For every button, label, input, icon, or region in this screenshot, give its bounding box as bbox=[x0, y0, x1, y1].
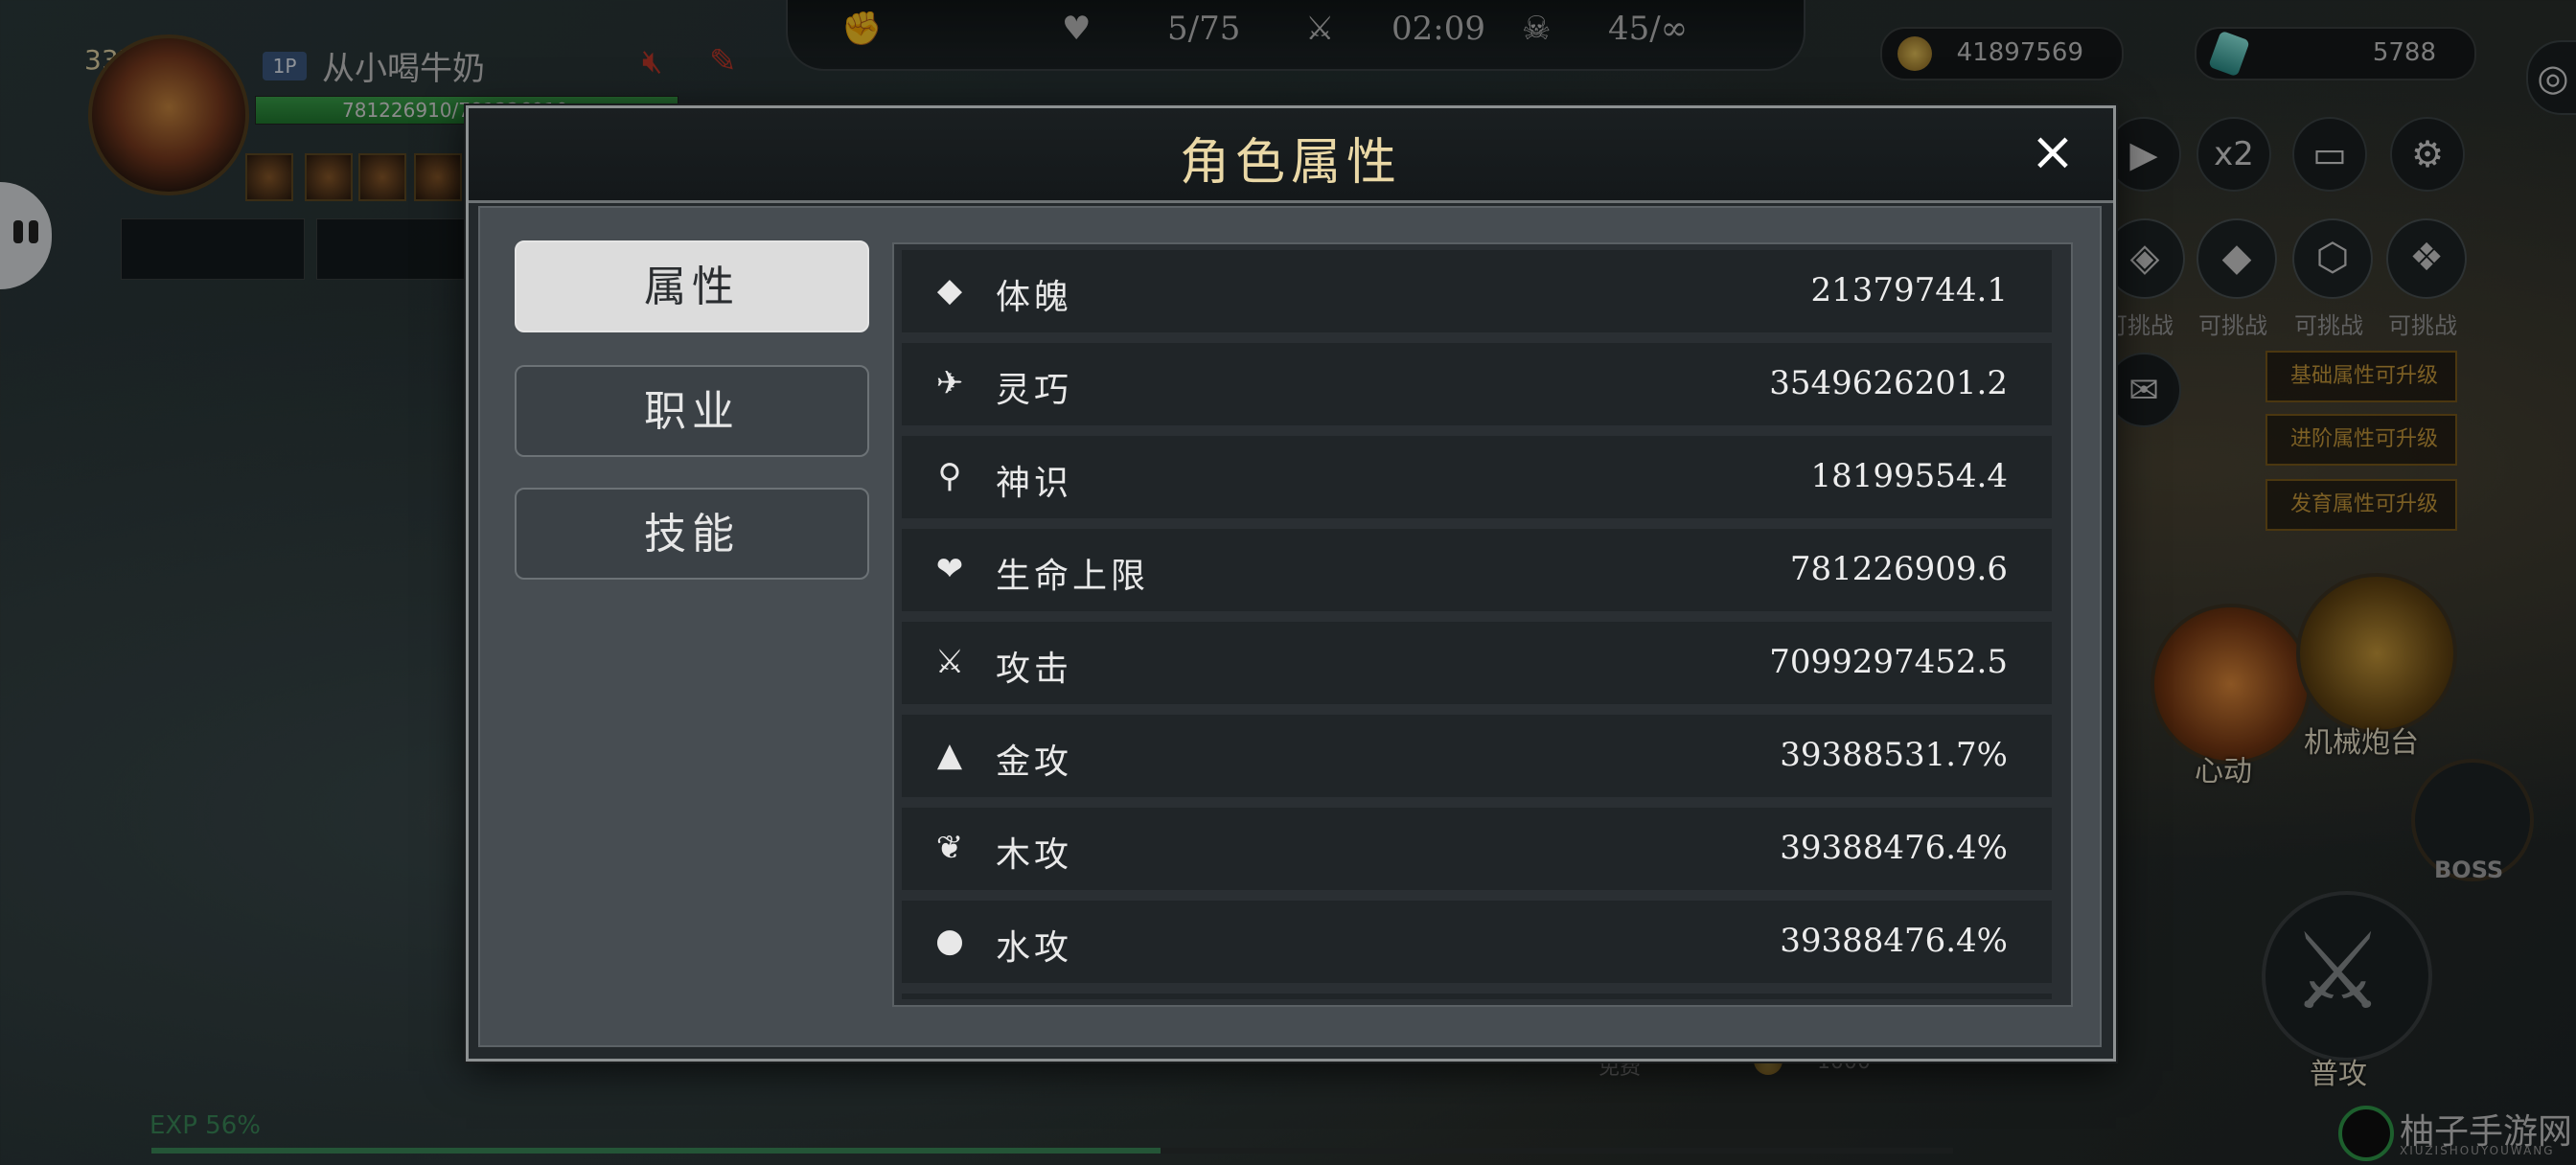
list-item: ❤ 生命上限 781226909.6 bbox=[902, 529, 2052, 611]
list-item: ◆ 体魄 21379744.1 bbox=[902, 250, 2052, 332]
tab-profession[interactable]: 职业 bbox=[515, 365, 869, 457]
attribute-label: 水攻 bbox=[996, 928, 1073, 968]
water-icon: ● bbox=[935, 922, 964, 960]
attribute-value: 7099297452.5 bbox=[1769, 643, 2008, 681]
attribute-list: ◆ 体魄 21379744.1 ✈ 灵巧 3549626201.2 ⚲ 神识 1… bbox=[892, 242, 2073, 1007]
attribute-value: 21379744.1 bbox=[1810, 271, 2009, 309]
attribute-value: 39388476.4% bbox=[1780, 922, 2008, 960]
tab-attributes[interactable]: 属性 bbox=[515, 240, 869, 332]
agility-icon: ✈ bbox=[935, 364, 964, 402]
metal-icon: ▲ bbox=[936, 736, 963, 774]
dialog-body: 属性 职业 技能 ◆ 体魄 21379744.1 ✈ 灵巧 3549626201… bbox=[478, 206, 2102, 1047]
dialog-title: 角色属性 bbox=[1179, 134, 1402, 192]
attribute-label: 攻击 bbox=[996, 650, 1073, 689]
list-item: ⚔ 攻击 7099297452.5 bbox=[902, 622, 2052, 704]
physique-icon: ◆ bbox=[936, 271, 963, 309]
spirit-icon: ⚲ bbox=[937, 457, 962, 495]
sword-icon: ⚔ bbox=[934, 643, 965, 681]
list-item: ✈ 灵巧 3549626201.2 bbox=[902, 343, 2052, 425]
list-item: ▲ 金攻 39388531.7% bbox=[902, 715, 2052, 797]
attribute-value: 3549626201.2 bbox=[1769, 364, 2008, 402]
wood-icon: ❦ bbox=[935, 829, 964, 867]
list-scroll-edge bbox=[902, 994, 2052, 999]
attribute-value: 18199554.4 bbox=[1810, 457, 2009, 495]
attribute-label: 灵巧 bbox=[996, 371, 1073, 410]
list-item: ❦ 木攻 39388476.4% bbox=[902, 808, 2052, 890]
character-attributes-dialog: 角色属性 × 属性 职业 技能 ◆ 体魄 21379744.1 ✈ 灵巧 354… bbox=[466, 105, 2116, 1062]
list-item: ⚲ 神识 18199554.4 bbox=[902, 436, 2052, 518]
attribute-label: 木攻 bbox=[996, 835, 1073, 875]
attribute-label: 体魄 bbox=[996, 278, 1073, 317]
attribute-label: 生命上限 bbox=[996, 557, 1150, 596]
attribute-value: 39388476.4% bbox=[1780, 829, 2008, 867]
attribute-value: 781226909.6 bbox=[1789, 550, 2008, 588]
tab-skills[interactable]: 技能 bbox=[515, 488, 869, 580]
heart-icon: ❤ bbox=[935, 550, 964, 588]
attribute-value: 39388531.7% bbox=[1780, 736, 2008, 774]
close-button[interactable]: × bbox=[2023, 124, 2082, 183]
list-item: ● 水攻 39388476.4% bbox=[902, 901, 2052, 983]
attribute-label: 金攻 bbox=[996, 742, 1073, 782]
dialog-header: 角色属性 × bbox=[469, 108, 2113, 203]
attribute-label: 神识 bbox=[996, 464, 1073, 503]
